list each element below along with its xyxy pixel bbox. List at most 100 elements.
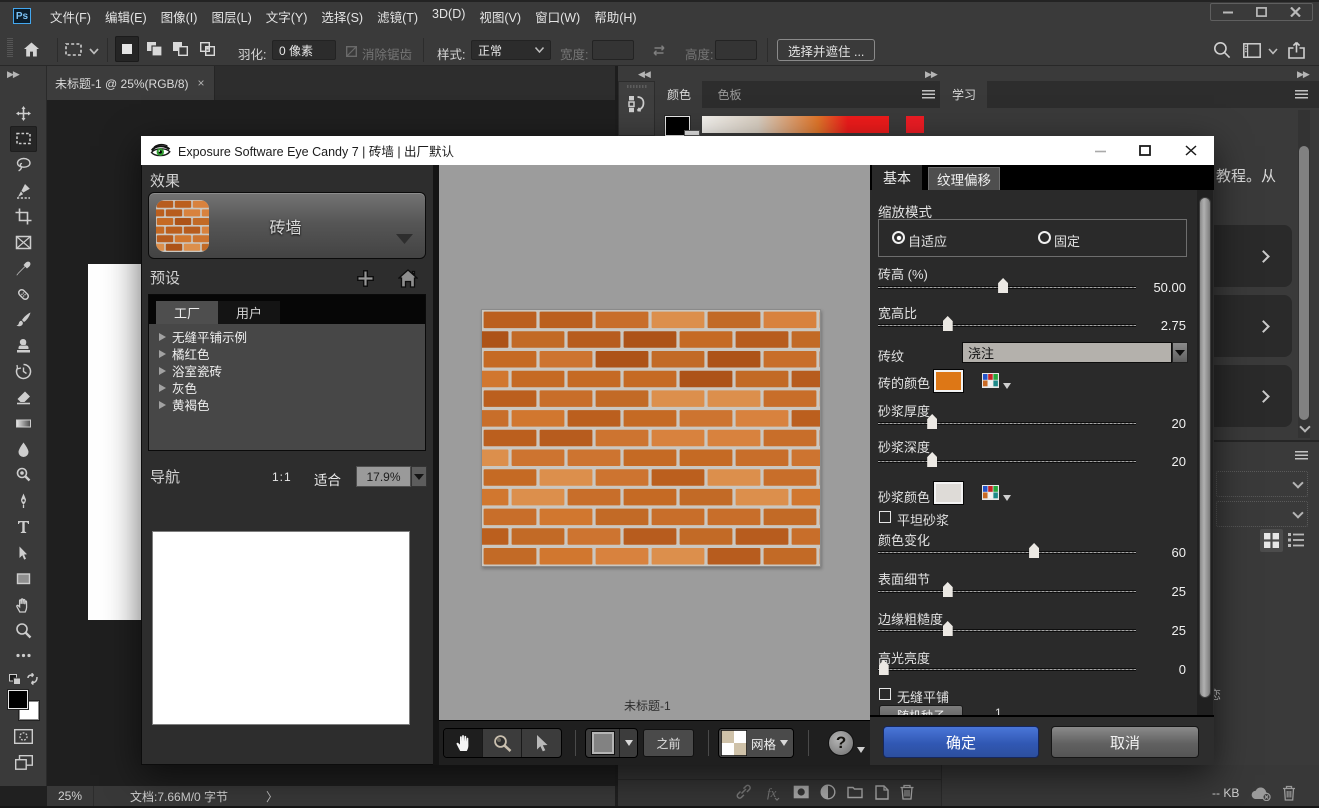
delete-layer-icon[interactable] [899, 784, 916, 801]
radio-fixed[interactable] [1038, 231, 1051, 244]
menu-item-1[interactable]: 编辑(E) [98, 7, 154, 26]
preset-expand-icon[interactable] [159, 401, 166, 409]
quick-mask-icon[interactable] [14, 729, 33, 744]
dialog-minimize-button[interactable] [1095, 150, 1106, 153]
pen-tool[interactable] [14, 491, 33, 510]
tab-user[interactable]: 用户 [218, 301, 280, 324]
workspace-icon[interactable] [1243, 43, 1261, 58]
minimize-button[interactable] [1211, 4, 1245, 20]
dock-collapse-icon[interactable]: ▶▶ [925, 69, 937, 80]
default-colors-icon[interactable] [9, 674, 21, 685]
nav-zoom-dropdown-button[interactable] [411, 466, 427, 487]
checkbox-7[interactable] [879, 511, 891, 523]
document-tab[interactable]: 未标题-1 @ 25%(RGB/8) × [47, 66, 215, 100]
object-selection-tool[interactable] [14, 181, 33, 200]
dialog-maximize-button[interactable] [1139, 145, 1151, 156]
libraries-list-view-button[interactable] [1288, 533, 1304, 547]
learn-panel-menu-icon[interactable] [1295, 90, 1308, 99]
adjustment-layer-icon[interactable] [820, 784, 837, 801]
tool-preset-chevron-icon[interactable] [89, 48, 99, 55]
before-button[interactable]: 之前 [643, 729, 694, 757]
grid-view-button[interactable]: 网格 [718, 728, 794, 758]
move-tool[interactable] [14, 104, 33, 123]
tab-swatches[interactable]: 色板 [706, 81, 752, 108]
zoom-tool[interactable] [14, 621, 33, 640]
cloud-sync-icon[interactable] [1250, 786, 1272, 801]
settings-scrollbar-track[interactable] [1197, 190, 1213, 715]
new-layer-icon[interactable] [874, 784, 891, 801]
pan-tool-button[interactable] [444, 729, 483, 757]
learn-scrollbar-thumb[interactable] [1299, 146, 1309, 420]
workspace-chevron-icon[interactable] [1268, 48, 1278, 55]
healing-brush-tool[interactable] [14, 285, 33, 304]
tab-learn[interactable]: 学习 [941, 81, 987, 108]
tab-color[interactable]: 颜色 [656, 81, 702, 108]
zoom-tool-button[interactable] [483, 729, 522, 757]
search-icon[interactable] [1213, 41, 1231, 59]
color-panel-menu-icon[interactable] [922, 90, 935, 99]
intersect-selection-mode-icon[interactable] [195, 36, 219, 62]
menu-item-3[interactable]: 图层(L) [204, 7, 258, 26]
palette-icon-6[interactable] [982, 485, 999, 500]
menu-item-9[interactable]: 窗口(W) [528, 7, 587, 26]
help-button[interactable]: ? [828, 730, 854, 756]
slider-track-10[interactable] [878, 629, 1136, 632]
ok-button[interactable]: 确定 [883, 726, 1039, 758]
select-and-mask-button[interactable]: 选择并遮住 ... [777, 39, 875, 61]
dialog-close-button[interactable] [1185, 145, 1197, 156]
preset-item-1[interactable]: 橘红色 [149, 345, 425, 362]
slider-track-1[interactable] [878, 324, 1136, 327]
preset-item-2[interactable]: 浴室瓷砖 [149, 362, 425, 379]
menu-item-8[interactable]: 视图(V) [472, 7, 528, 26]
menu-item-0[interactable]: 文件(F) [43, 7, 98, 26]
preset-expand-icon[interactable] [159, 350, 166, 358]
status-chevron-icon[interactable]: 〉 [266, 788, 278, 805]
path-selection-tool[interactable] [14, 543, 33, 562]
slider-thumb-1[interactable] [943, 316, 953, 331]
blur-tool[interactable] [14, 440, 33, 459]
slider-track-8[interactable] [878, 551, 1136, 554]
checkbox-12[interactable] [879, 688, 891, 700]
feather-input[interactable]: 0 像素 [272, 40, 336, 60]
rectangle-tool[interactable] [14, 569, 33, 588]
slider-track-9[interactable] [878, 590, 1136, 593]
share-icon[interactable] [1288, 41, 1305, 59]
slider-track-4[interactable] [878, 422, 1136, 425]
tab-basic[interactable]: 基本 [872, 165, 922, 190]
link-layers-icon[interactable] [736, 784, 753, 801]
slider-thumb-9[interactable] [943, 582, 953, 597]
dock-collapse-left-icon[interactable]: ◀◀ [638, 69, 650, 80]
photoshop-logo[interactable]: Ps [13, 8, 31, 24]
brick-texture-select[interactable]: 浇注 [962, 342, 1172, 363]
options-bar-grip[interactable] [7, 38, 13, 58]
menu-item-6[interactable]: 滤镜(T) [370, 7, 425, 26]
style-select[interactable]: 正常 [471, 40, 551, 60]
slider-track-5[interactable] [878, 460, 1136, 463]
preset-expand-icon[interactable] [159, 384, 166, 392]
history-brush-tool[interactable] [14, 362, 33, 381]
brick-preview-image[interactable] [481, 309, 821, 567]
menu-item-4[interactable]: 文字(Y) [259, 7, 315, 26]
dock-collapse-right-icon[interactable]: ▶▶ [1297, 69, 1309, 80]
gradient-tool[interactable] [14, 414, 33, 433]
home-preset-icon[interactable] [398, 269, 418, 288]
frame-tool[interactable] [14, 233, 33, 252]
slider-thumb-10[interactable] [943, 621, 953, 636]
layer-mask-icon[interactable] [793, 784, 810, 801]
history-panel-icon[interactable] [628, 95, 646, 113]
cancel-button[interactable]: 取消 [1051, 726, 1199, 758]
status-zoom-level[interactable]: 25% [47, 789, 93, 803]
menu-item-7[interactable]: 3D(D) [425, 7, 472, 26]
color-swatch-3[interactable] [933, 369, 964, 393]
preset-item-0[interactable]: 无缝平铺示例 [149, 328, 425, 345]
edit-toolbar-ellipsis[interactable] [14, 646, 33, 665]
settings-scrollbar-thumb[interactable] [1199, 197, 1211, 698]
type-tool[interactable] [14, 517, 33, 536]
lasso-tool[interactable] [14, 155, 33, 174]
background-color-button[interactable] [585, 728, 638, 758]
home-icon[interactable] [24, 42, 39, 57]
tab-close-icon[interactable]: × [198, 76, 205, 90]
add-preset-icon[interactable] [357, 270, 374, 287]
slider-track-11[interactable] [878, 668, 1136, 671]
palette-arrow-icon-6[interactable] [1003, 495, 1011, 501]
